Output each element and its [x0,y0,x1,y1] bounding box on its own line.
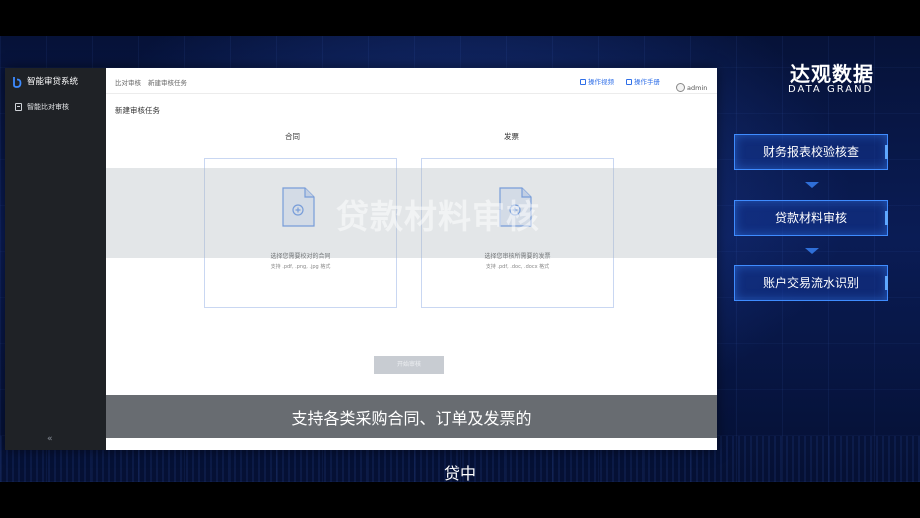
flow-step-label: 贷款材料审核 [774,211,847,225]
document-icon [15,103,22,111]
user-name: admin [687,84,708,92]
flow-step-account-transaction: 账户交易流水识别 [734,265,888,301]
top-bar: 比对审核 新建审核任务 操作视频 操作手册 admin [106,68,717,94]
letterbox-top [0,0,920,36]
flow-arrow-down-icon [805,182,819,188]
flow-step-financial-statement: 财务报表校验核查 [734,134,888,170]
sidebar-item-compare-audit[interactable]: 智能比对审核 [5,99,106,117]
flow-step-label: 账户交易流水识别 [762,276,859,290]
invoice-upload-hint: 支持 .pdf, .doc, .docx 格式 [485,264,550,270]
breadcrumb-new-task: 新建审核任务 [148,79,187,87]
operation-manual-link[interactable]: 操作手册 [626,76,660,86]
brand-name: 达观数据 [790,62,874,86]
contract-upload-hint: 支持 .pdf, .png, .jpg 格式 [270,264,331,270]
invoice-section-title: 发票 [504,132,519,141]
start-audit-button[interactable]: 开始审核 [374,356,444,374]
operation-video-label: 操作视频 [588,78,614,86]
brand-name-english: DATA GRAND [788,84,874,95]
flow-arrow-down-icon [805,248,819,254]
flow-step-loan-material: 贷款材料审核 [734,200,888,236]
breadcrumb-compare-audit[interactable]: 比对审核 [115,77,141,87]
overlay-caption: 贷款材料审核 [336,197,540,236]
app-title: 智能审贷系统 [27,77,79,87]
manual-icon [626,79,632,85]
operation-video-link[interactable]: 操作视频 [580,76,614,86]
user-menu[interactable]: admin [676,75,707,94]
flow-accent-bar [885,211,888,225]
sidebar: 智能审贷系统 智能比对审核 « [5,68,106,450]
subtitle-line-1: 支持各类采购合同、订单及发票的 [291,409,532,428]
flow-accent-bar [885,276,888,290]
letterbox-bottom [0,482,920,518]
video-icon [580,79,586,85]
page-title: 新建审核任务 [115,106,160,115]
sidebar-item-label: 智能比对审核 [27,103,69,111]
contract-section-title: 合同 [285,132,300,141]
main-content: 比对审核 新建审核任务 操作视频 操作手册 admin 新建审核任务 合同 发票… [106,68,717,450]
collapse-sidebar-button[interactable]: « [47,434,53,444]
subtitle-line-2: 贷中 [443,464,476,483]
app-window: 智能审贷系统 智能比对审核 « 比对审核 新建审核任务 操作视频 操作手册 ad… [5,68,717,450]
operation-manual-label: 操作手册 [634,78,660,86]
logo-icon [13,77,22,88]
flow-accent-bar [885,145,888,159]
avatar [676,83,685,92]
flow-step-label: 财务报表校验核查 [762,145,859,159]
